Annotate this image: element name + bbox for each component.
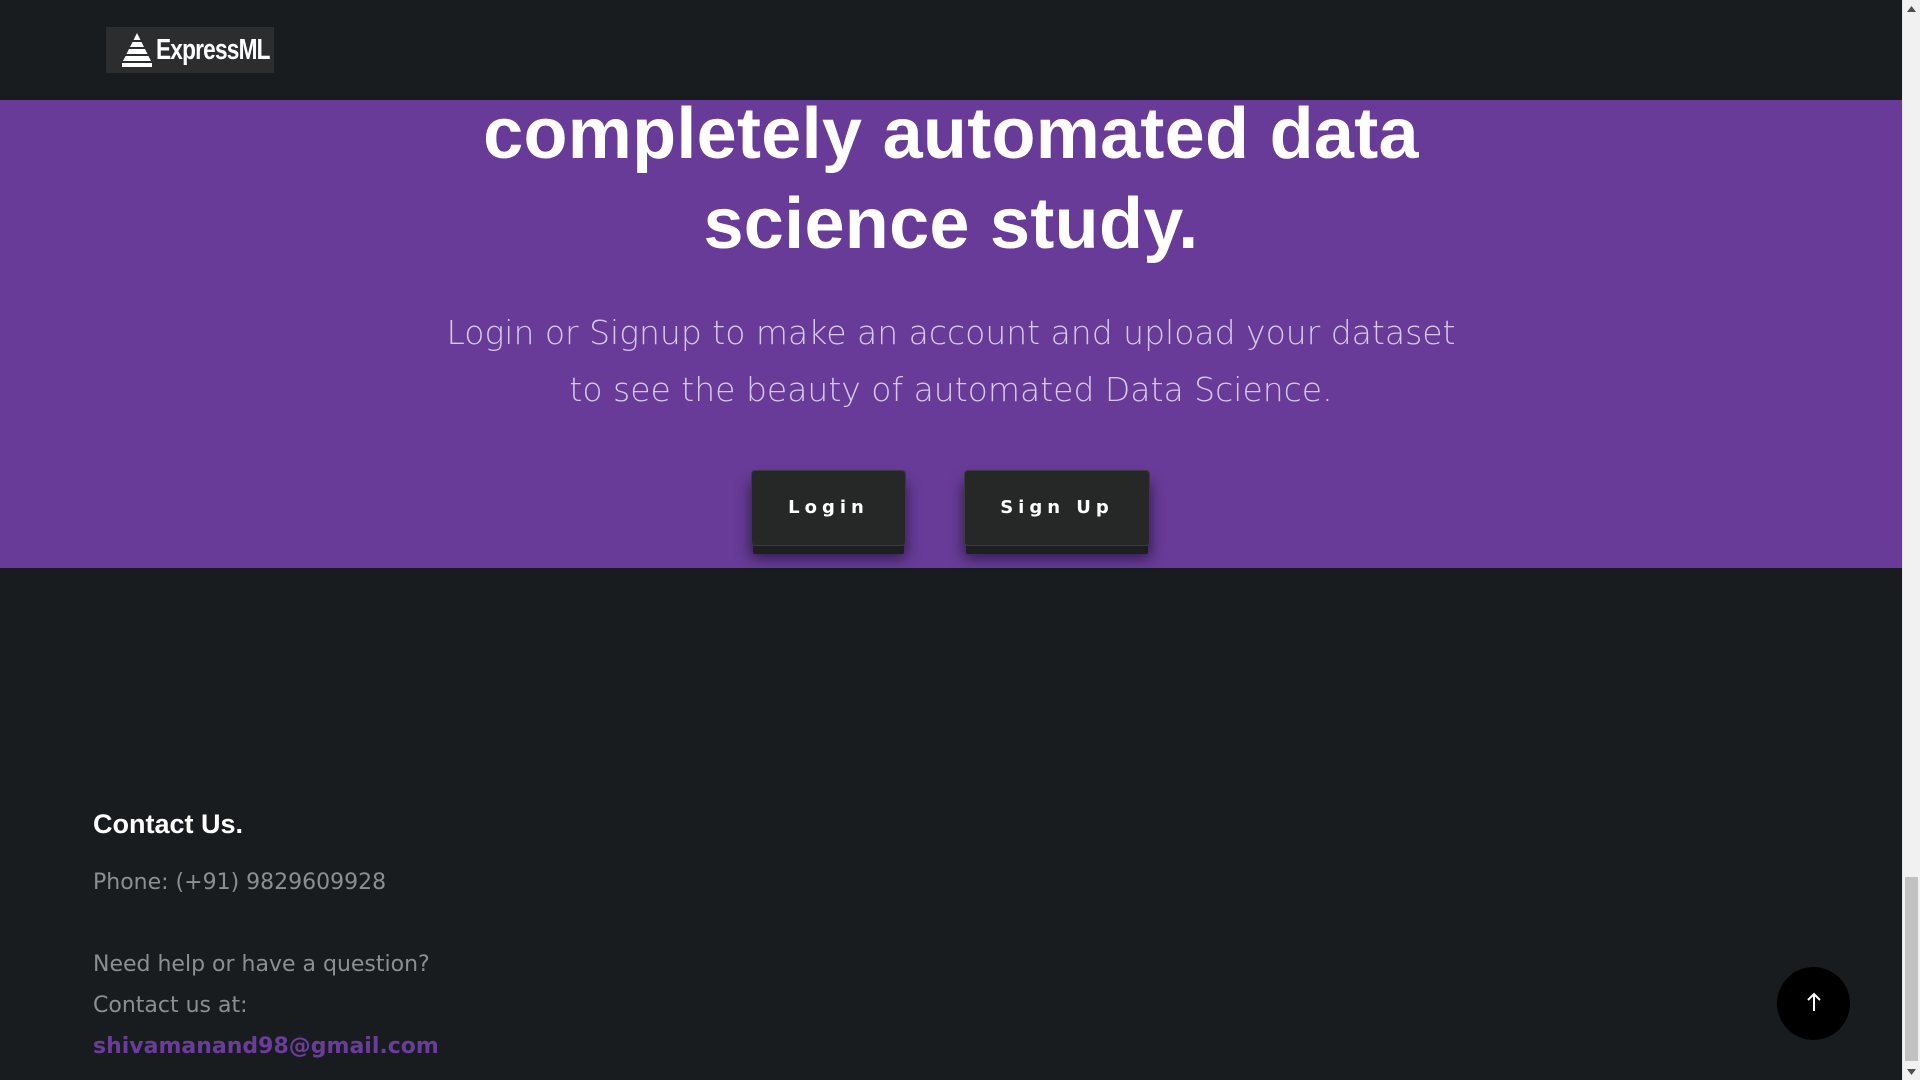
- contact-email-link[interactable]: shivamanand98@gmail.com: [93, 1032, 439, 1062]
- contact-title: Contact Us.: [93, 809, 244, 839]
- page-scrollbar[interactable]: [1902, 0, 1920, 1080]
- pyramid-logo-icon: [122, 32, 152, 68]
- logo-link[interactable]: ExpressML: [106, 27, 274, 73]
- scrollbar-thumb[interactable]: [1905, 877, 1918, 1061]
- viewport: ExpressML completely automated data scie…: [0, 0, 1902, 1080]
- arrow-up-icon: [1806, 991, 1822, 1017]
- hero-title-line-2: science study.: [703, 184, 1199, 264]
- signup-button[interactable]: Sign Up: [964, 470, 1150, 546]
- site-header: ExpressML: [0, 0, 1902, 100]
- back-to-top-button[interactable]: [1777, 967, 1850, 1040]
- contact-help-text: Need help or have a question?: [93, 952, 430, 977]
- hero-subtitle: Login or Signup to make an account and u…: [0, 304, 1902, 418]
- hero-section: completely automated data science study.…: [0, 94, 1902, 568]
- hero-subtitle-line-1: Login or Signup to make an account and u…: [446, 313, 1456, 352]
- scrollbar-up-arrow-icon[interactable]: [1903, 0, 1920, 17]
- scrollbar-down-arrow-icon[interactable]: [1903, 1063, 1920, 1080]
- hero-subtitle-line-2: to see the beauty of automated Data Scie…: [569, 370, 1333, 409]
- contact-phone: Phone: (+91) 9829609928: [93, 870, 387, 895]
- page: ExpressML completely automated data scie…: [0, 0, 1920, 1080]
- contact-at-label: Contact us at:: [93, 993, 248, 1018]
- login-button[interactable]: Login: [751, 470, 906, 546]
- hero-title: completely automated data science study.: [0, 89, 1902, 269]
- logo-text: ExpressML: [156, 33, 270, 66]
- hero-title-line-1: completely automated data: [483, 94, 1419, 174]
